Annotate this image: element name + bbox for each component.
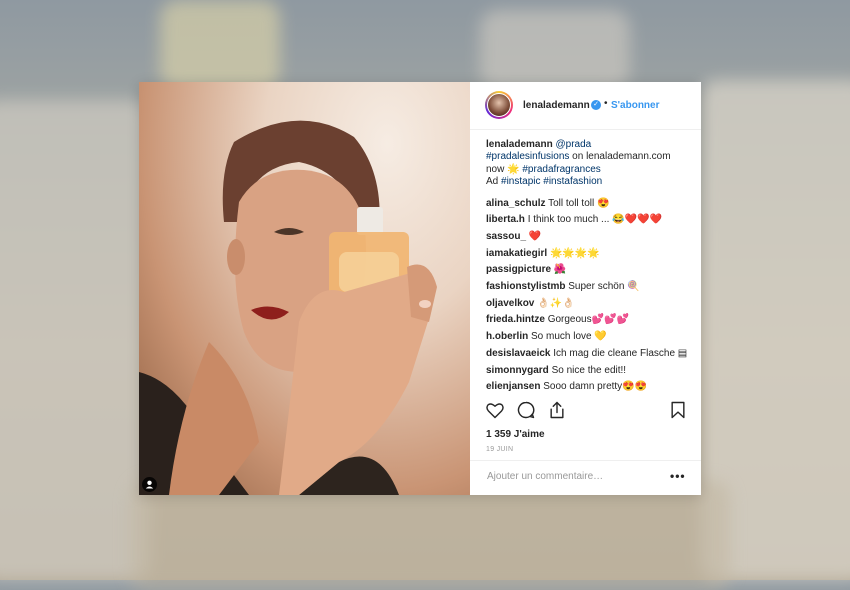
post-date: 19 JUIN (486, 446, 514, 453)
add-comment-bar: ••• (470, 460, 701, 496)
heart-icon[interactable] (485, 400, 505, 420)
user-tag-icon[interactable] (142, 477, 157, 492)
caption-hashtag[interactable]: #pradafragrances (522, 164, 600, 175)
bg-shape (130, 480, 730, 590)
comment-row: desislavaeick Ich mag die cleane Flasche… (486, 347, 691, 364)
comment-text: 🌺 (553, 264, 567, 276)
comments-list: lenalademann @prada #pradalesinfusions o… (486, 139, 691, 397)
comment-row: liberta.h I think too much ... 😂❤️❤️❤️ (486, 213, 691, 230)
bg-shape (0, 100, 150, 580)
caption-emoji: 🌟 (507, 163, 520, 175)
verified-badge-icon: ✓ (591, 100, 601, 110)
comment-row: alina_schulz Toll toll toll 😍 (486, 197, 691, 214)
separator-dot: • (604, 98, 608, 109)
share-icon[interactable] (547, 400, 567, 420)
comment-username[interactable]: desislavaeick (486, 348, 551, 359)
caption-mention[interactable]: @prada (555, 139, 591, 150)
comment-text: Ich mag die cleane Flasche ▤ (553, 347, 688, 359)
comment-username[interactable]: h.oberlin (486, 331, 528, 342)
comment-username[interactable]: liberta.h (486, 214, 525, 225)
comment-text: Super schön 🍭 (568, 281, 640, 293)
comment-row: sassou_ ❤️ (486, 230, 691, 247)
likes-count[interactable]: 1 359 J'aime (486, 429, 545, 440)
comment-username[interactable]: iamakatiegirl (486, 248, 547, 259)
comment-row: fashionstylistmb Super schön 🍭 (486, 280, 691, 297)
comment-text: 👌🏻✨👌🏻 (537, 297, 575, 309)
comment-text: 🌟🌟🌟🌟 (549, 247, 600, 259)
more-options-icon[interactable]: ••• (670, 469, 686, 483)
perfume-portrait-image (139, 120, 437, 495)
avatar[interactable] (485, 91, 513, 119)
post-caption: lenalademann @prada #pradalesinfusions o… (486, 139, 691, 189)
comment-icon[interactable] (516, 400, 536, 420)
comment-input[interactable] (485, 470, 659, 483)
caption-hashtag[interactable]: #pradalesinfusions (486, 151, 569, 162)
comment-row: frieda.hintze Gorgeous💕💕💕 (486, 313, 691, 330)
comment-username[interactable]: passigpicture (486, 264, 551, 275)
comment-username[interactable]: simonnygard (486, 365, 549, 376)
comment-username[interactable]: alina_schulz (486, 198, 545, 209)
comment-row: oljavelkov 👌🏻✨👌🏻 (486, 297, 691, 314)
comment-text: ❤️ (528, 231, 542, 242)
comment-row: passigpicture 🌺 (486, 263, 691, 280)
comment-row: simonnygard So nice the edit!! (486, 364, 691, 381)
post-sidebar: lenalademann ✓ • S'abonner lenalademann … (470, 82, 701, 495)
bg-shape (160, 0, 280, 90)
comment-row: h.oberlin So much love 💛 (486, 330, 691, 347)
follow-button[interactable]: S'abonner (611, 100, 660, 111)
comment-text: So nice the edit!! (551, 364, 627, 376)
comment-row: iamakatiegirl 🌟🌟🌟🌟 (486, 247, 691, 264)
comment-username[interactable]: fashionstylistmb (486, 281, 565, 292)
action-bar (470, 394, 701, 424)
caption-hashtag[interactable]: #instafashion (543, 176, 602, 187)
comment-text: Toll toll toll 😍 (548, 197, 610, 209)
caption-username[interactable]: lenalademann (486, 139, 553, 150)
bookmark-icon[interactable] (668, 400, 688, 420)
header-username[interactable]: lenalademann (523, 100, 590, 111)
comment-username[interactable]: sassou_ (486, 231, 526, 242)
comment-username[interactable]: elienjansen (486, 381, 540, 392)
comment-username[interactable]: oljavelkov (486, 298, 534, 309)
post-header: lenalademann ✓ • S'abonner (470, 82, 701, 130)
comment-text: So much love 💛 (531, 331, 607, 343)
user-tag-glyph (145, 480, 154, 489)
post-photo (139, 82, 470, 495)
post-modal: lenalademann ✓ • S'abonner lenalademann … (139, 82, 701, 495)
comment-text: I think too much ... 😂❤️❤️❤️ (527, 214, 662, 226)
caption-ad-label: Ad (486, 176, 499, 188)
comment-username[interactable]: frieda.hintze (486, 314, 545, 325)
comment-text: Sooo damn pretty😍😍 (543, 381, 648, 393)
comment-text: Gorgeous💕💕💕 (547, 314, 629, 326)
caption-hashtag[interactable]: #instapic (501, 176, 540, 187)
bg-shape (480, 10, 630, 90)
